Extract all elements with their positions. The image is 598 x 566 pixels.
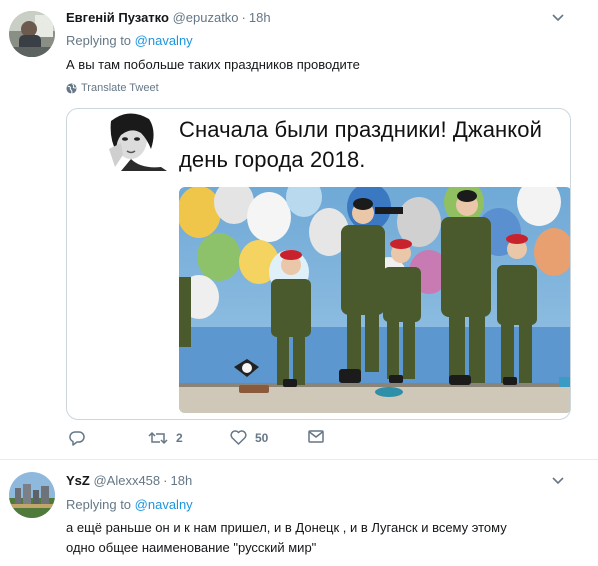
like-button[interactable]: 50 <box>230 430 268 445</box>
heart-icon <box>230 430 247 445</box>
replying-to: Replying to @navalny <box>66 496 193 514</box>
card-title: Сначала были праздники! Джанкой день гор… <box>179 115 542 175</box>
author-handle[interactable]: @epuzatko <box>173 10 239 25</box>
tweet-text-line1: а ещё раньше он и к нам пришел, и в Доне… <box>66 520 507 535</box>
like-count: 50 <box>255 430 269 445</box>
separator: · <box>163 473 168 488</box>
separator: · <box>241 10 246 25</box>
replying-prefix: Replying to <box>66 33 132 48</box>
replying-to: Replying to @navalny <box>66 32 193 50</box>
retweet-icon <box>148 431 168 445</box>
avatar-photo <box>9 11 55 57</box>
avatar[interactable] <box>9 11 55 57</box>
timestamp[interactable]: 18h <box>249 10 271 25</box>
tweet-header: Евгеній Пузатко @epuzatko · 18h <box>66 9 271 27</box>
tweet-text: а ещё раньше он и к нам пришел, и в Доне… <box>66 518 507 558</box>
more-button[interactable] <box>548 471 568 491</box>
card-avatar <box>101 109 167 171</box>
media-card[interactable]: Сначала были праздники! Джанкой день гор… <box>66 108 571 420</box>
avatar-photo <box>9 472 55 518</box>
tweet[interactable]: Евгеній Пузатко @epuzatko · 18h Replying t… <box>0 0 598 460</box>
author-handle[interactable]: @Alexx458 <box>93 473 160 488</box>
card-title-line1: Сначала были праздники! Джанкой <box>179 117 542 142</box>
card-title-line2: день города 2018. <box>179 147 366 172</box>
translate-label[interactable]: Translate Tweet <box>81 82 159 94</box>
translate-tweet[interactable]: Translate Tweet <box>66 82 159 94</box>
tweet-header: YsZ @Alexx458 · 18h <box>66 472 192 490</box>
card-avatar-photo <box>101 109 167 171</box>
chevron-down-icon <box>552 14 564 22</box>
avatar[interactable] <box>9 472 55 518</box>
more-button[interactable] <box>548 8 568 28</box>
chevron-down-icon <box>552 477 564 485</box>
direct-message-button[interactable] <box>308 430 324 443</box>
tweet-text: А вы там побольше таких праздников прово… <box>66 57 360 72</box>
reply-icon <box>69 431 85 446</box>
mention-link[interactable]: @navalny <box>135 497 193 512</box>
globe-icon <box>66 82 77 94</box>
timestamp[interactable]: 18h <box>171 473 193 488</box>
mail-icon <box>308 430 324 443</box>
tweet[interactable]: YsZ @Alexx458 · 18h Replying to @navalny а… <box>0 461 598 566</box>
replying-prefix: Replying to <box>66 497 132 512</box>
tweet-actions: 2 50 <box>66 430 366 454</box>
event-photo-image <box>179 187 570 413</box>
tweet-text-line2: одно общее наименование "русский мир" <box>66 540 317 555</box>
event-photo[interactable] <box>179 187 570 413</box>
reply-button[interactable] <box>69 430 93 446</box>
retweet-count: 2 <box>176 431 183 445</box>
retweet-button[interactable]: 2 <box>148 430 183 446</box>
author-name[interactable]: YsZ <box>66 473 90 488</box>
author-name[interactable]: Евгеній Пузатко <box>66 10 169 25</box>
mention-link[interactable]: @navalny <box>135 33 193 48</box>
